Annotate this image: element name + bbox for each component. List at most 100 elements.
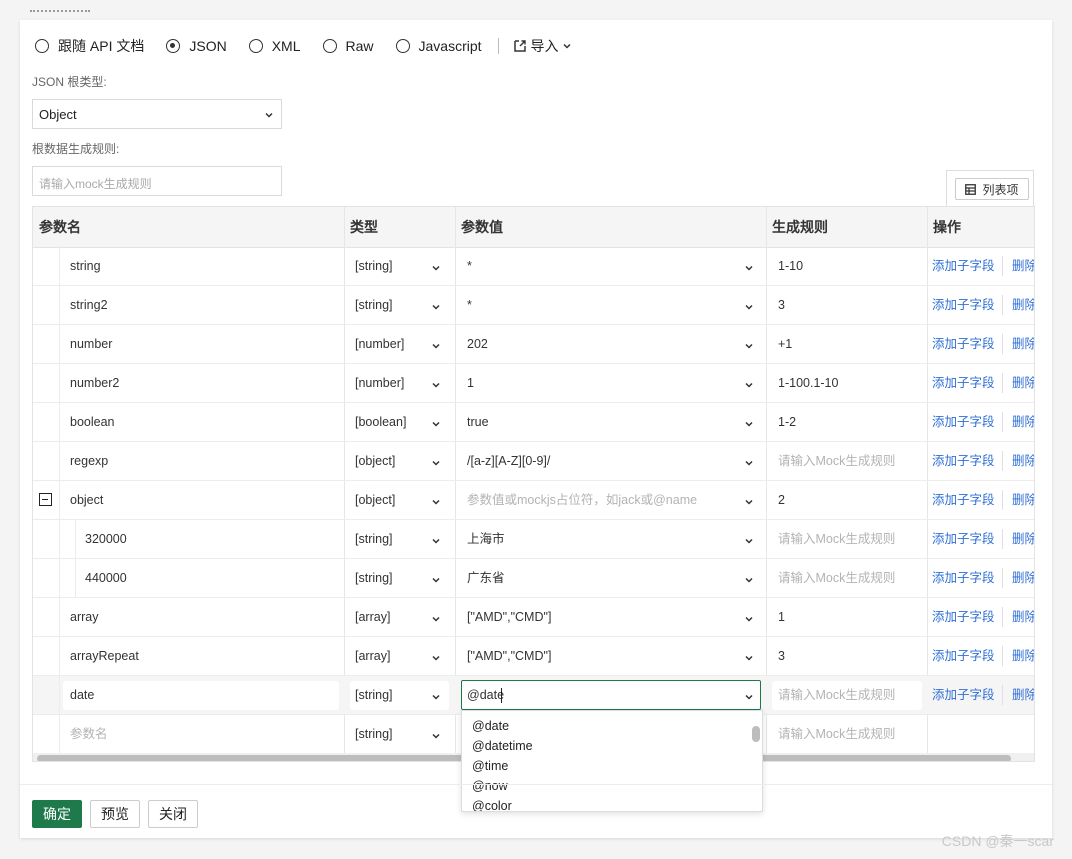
param-value-input[interactable]: @date [467, 676, 737, 714]
add-child-field-link[interactable]: 添加子字段 [932, 598, 996, 636]
value-autocomplete-dropdown: @date @datetime @time @now @color [461, 710, 763, 812]
param-value-input[interactable]: 1 [467, 364, 737, 402]
param-name[interactable]: 440000 [85, 559, 333, 597]
root-type-select[interactable]: Object [32, 99, 282, 129]
radio-xml[interactable]: XML [248, 38, 301, 54]
table-row: array [array] ["AMD","CMD"] 1 添加子字段 删除 [33, 598, 1034, 637]
param-value-input[interactable]: 广东省 [467, 559, 737, 597]
radio-raw[interactable]: Raw [322, 38, 374, 54]
param-type-select[interactable]: [string] [355, 247, 435, 285]
param-type-select[interactable]: [object] [355, 442, 435, 480]
param-value-input[interactable]: ["AMD","CMD"] [467, 598, 737, 636]
param-rule-input[interactable]: 1-2 [778, 403, 918, 441]
root-rule-input[interactable]: 请输入mock生成规则 [32, 166, 282, 196]
columns-tab: 列表项 [946, 170, 1034, 206]
param-value-input[interactable]: * [467, 286, 737, 324]
param-name[interactable]: array [70, 598, 333, 636]
delete-link[interactable]: 删除 [1012, 364, 1034, 402]
param-type-select[interactable]: [object] [355, 481, 435, 519]
delete-link[interactable]: 删除 [1012, 403, 1034, 441]
chevron-down-icon [744, 417, 754, 427]
confirm-button[interactable]: 确定 [32, 800, 82, 828]
dropdown-option[interactable]: @date [472, 719, 509, 733]
add-child-field-link[interactable]: 添加子字段 [932, 676, 996, 714]
add-child-field-link[interactable]: 添加子字段 [932, 520, 996, 558]
param-name[interactable]: date [70, 676, 333, 714]
param-rule-input[interactable]: 2 [778, 481, 918, 519]
param-type-select[interactable]: [boolean] [355, 403, 435, 441]
param-value-input[interactable]: 参数值或mockjs占位符，如jack或@name [467, 481, 737, 519]
param-rule-input[interactable]: 请输入Mock生成规则 [778, 715, 918, 753]
param-type-select[interactable]: [number] [355, 325, 435, 363]
delete-link[interactable]: 删除 [1012, 325, 1034, 363]
param-name[interactable]: arrayRepeat [70, 637, 333, 675]
dropdown-option[interactable]: @datetime [472, 739, 533, 753]
add-child-field-link[interactable]: 添加子字段 [932, 247, 996, 285]
param-value-input[interactable]: true [467, 403, 737, 441]
param-rule-input[interactable]: 1-100.1-10 [778, 364, 918, 402]
param-rule-input[interactable]: 3 [778, 637, 918, 675]
add-child-field-link[interactable]: 添加子字段 [932, 325, 996, 363]
add-child-field-link[interactable]: 添加子字段 [932, 559, 996, 597]
param-rule-input[interactable]: 3 [778, 286, 918, 324]
radio-follow-api-doc[interactable]: 跟随 API 文档 [35, 36, 144, 56]
param-name[interactable]: 320000 [85, 520, 333, 558]
delete-link[interactable]: 删除 [1012, 598, 1034, 636]
param-rule-input[interactable]: 请输入Mock生成规则 [778, 520, 918, 558]
delete-link[interactable]: 删除 [1012, 676, 1034, 714]
param-type-select[interactable]: [string] [355, 676, 435, 714]
dropdown-scrollbar[interactable] [752, 726, 760, 742]
add-child-field-link[interactable]: 添加子字段 [932, 286, 996, 324]
chevron-down-icon [744, 651, 754, 661]
add-child-field-link[interactable]: 添加子字段 [932, 403, 996, 441]
close-button[interactable]: 关闭 [148, 800, 198, 828]
delete-link[interactable]: 删除 [1012, 286, 1034, 324]
delete-link[interactable]: 删除 [1012, 520, 1034, 558]
radio-javascript[interactable]: Javascript [395, 38, 482, 54]
delete-link[interactable]: 删除 [1012, 559, 1034, 597]
param-rule-input[interactable]: 1-10 [778, 247, 918, 285]
add-child-field-link[interactable]: 添加子字段 [932, 442, 996, 480]
param-rule-input[interactable]: 请输入Mock生成规则 [778, 676, 918, 714]
param-name[interactable]: number [70, 325, 333, 363]
param-type-select[interactable]: [string] [355, 559, 435, 597]
param-type-select[interactable]: [string] [355, 520, 435, 558]
delete-link[interactable]: 删除 [1012, 637, 1034, 675]
import-button[interactable]: 导入 [513, 36, 576, 56]
add-child-field-link[interactable]: 添加子字段 [932, 364, 996, 402]
columns-button[interactable]: 列表项 [955, 178, 1029, 200]
add-child-field-link[interactable]: 添加子字段 [932, 481, 996, 519]
param-name[interactable]: number2 [70, 364, 333, 402]
param-name[interactable]: string2 [70, 286, 333, 324]
preview-button[interactable]: 预览 [90, 800, 140, 828]
param-type-select[interactable]: [string] [355, 286, 435, 324]
param-name[interactable]: object [70, 481, 333, 519]
delete-link[interactable]: 删除 [1012, 481, 1034, 519]
param-value-input[interactable]: 上海市 [467, 520, 737, 558]
add-child-field-link[interactable]: 添加子字段 [932, 637, 996, 675]
param-type-select[interactable]: [array] [355, 598, 435, 636]
dropdown-option[interactable]: @time [472, 759, 508, 773]
radio-json[interactable]: JSON [166, 38, 227, 54]
param-rule-input[interactable]: 1 [778, 598, 918, 636]
param-name[interactable]: 参数名 [70, 715, 333, 753]
header-type: 类型 [350, 219, 378, 235]
dropdown-option[interactable]: @color [472, 799, 512, 811]
param-rule-input[interactable]: 请输入Mock生成规则 [778, 442, 918, 480]
param-type-select[interactable]: [array] [355, 637, 435, 675]
param-type-select[interactable]: [number] [355, 364, 435, 402]
param-name[interactable]: string [70, 247, 333, 285]
dropdown-option[interactable]: @now [472, 779, 508, 793]
param-rule-input[interactable]: 请输入Mock生成规则 [778, 559, 918, 597]
param-name[interactable]: boolean [70, 403, 333, 441]
delete-link[interactable]: 删除 [1012, 442, 1034, 480]
delete-link[interactable]: 删除 [1012, 247, 1034, 285]
param-type-select[interactable]: [string] [355, 715, 435, 753]
param-value-input[interactable]: /[a-z][A-Z][0-9]/ [467, 442, 737, 480]
param-rule-input[interactable]: +1 [778, 325, 918, 363]
param-value-input[interactable]: 202 [467, 325, 737, 363]
collapse-toggle-icon[interactable] [39, 493, 52, 506]
param-value-input[interactable]: * [467, 247, 737, 285]
param-name[interactable]: regexp [70, 442, 333, 480]
param-value-input[interactable]: ["AMD","CMD"] [467, 637, 737, 675]
